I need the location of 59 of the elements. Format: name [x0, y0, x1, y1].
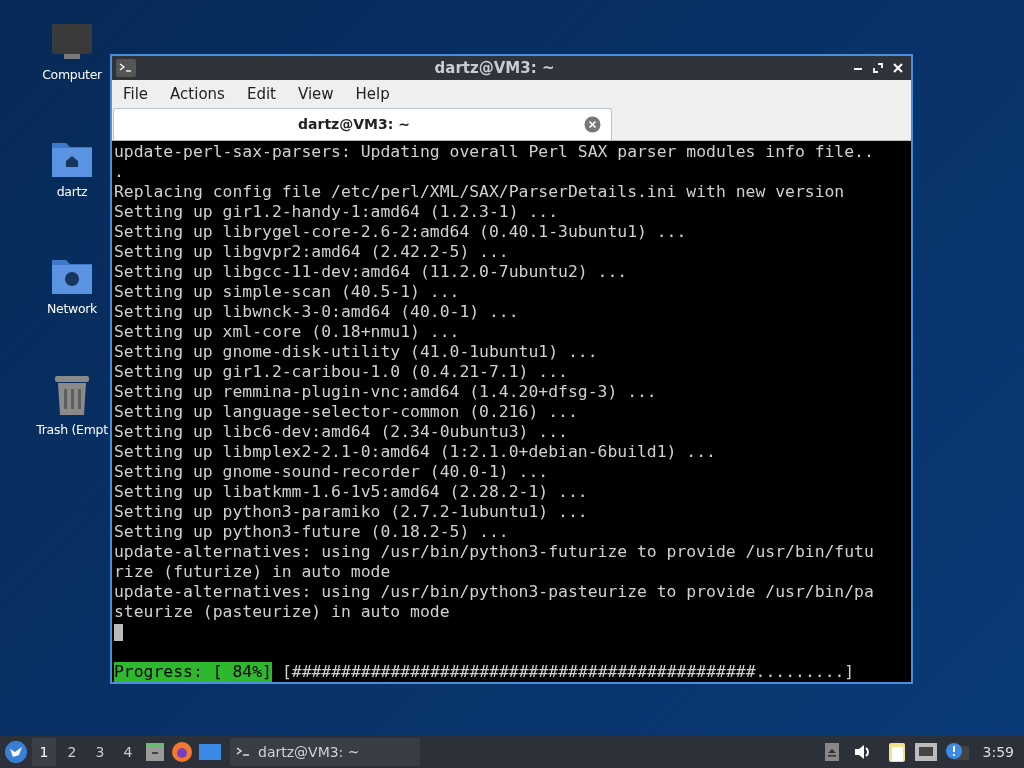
- workspace-button[interactable]: 1: [32, 738, 56, 766]
- terminal-line: update-perl-sax-parsers: Updating overall Perl SAX parser modules info file..: [114, 142, 874, 162]
- terminal-line: Setting up python3-future (0.18.2-5) ...: [114, 522, 509, 542]
- terminal-line: Replacing config file /etc/perl/XML/SAX/ParserDetails.ini with new version: [114, 182, 845, 202]
- trash-icon: [53, 373, 91, 417]
- workspace-button[interactable]: 3: [88, 738, 112, 766]
- file-cabinet-icon[interactable]: [144, 741, 166, 763]
- desktop-icon-label[interactable]: Network: [46, 300, 98, 319]
- terminal-line: Setting up python3-paramiko (2.7.2-1ubuntu1) ...: [114, 502, 588, 522]
- terminal-line: Setting up simple-scan (40.5-1) ...: [114, 282, 460, 302]
- workspace-button[interactable]: 2: [60, 738, 84, 766]
- terminal-line: Setting up libwnck-3-0:amd64 (40.0-1) ...: [114, 302, 519, 322]
- terminal-line: steurize (pasteurize) in auto mode: [114, 602, 450, 622]
- terminal-line: rize (futurize) in auto mode: [114, 562, 391, 582]
- progress-bar-text: [###############################################.........]: [281, 662, 855, 682]
- menu-item[interactable]: Edit: [238, 82, 284, 106]
- maximize-icon[interactable]: [873, 63, 883, 74]
- monitor-icon: [50, 22, 94, 62]
- terminal-line: .: [114, 162, 124, 182]
- terminal-line: Setting up libgcc-11-dev:amd64 (11.2.0-7ubuntu2) ...: [114, 262, 628, 282]
- clock[interactable]: 3:59: [982, 741, 1014, 763]
- terminal-line: update-alternatives: using /usr/bin/python3-futurize to provide /usr/bin/futu: [114, 542, 874, 562]
- browser-icon[interactable]: [170, 740, 194, 764]
- terminal-line: Setting up gnome-disk-utility (41.0-1ubuntu1) ...: [114, 342, 598, 362]
- window-title: dartz@VM3: ~: [433, 57, 556, 79]
- desktop-icon[interactable]: [198, 741, 222, 763]
- menu-item[interactable]: File: [115, 82, 157, 106]
- terminal-icon: [116, 59, 136, 78]
- menu-item[interactable]: Help: [347, 82, 398, 106]
- terminal-line: update-alternatives: using /usr/bin/python3-pasteurize to provide /usr/bin/pa: [114, 582, 874, 602]
- clipboard-icon[interactable]: [886, 741, 907, 763]
- terminal-line: Setting up libgvpr2:amd64 (2.42.2-5) ...: [114, 242, 509, 262]
- eject-icon[interactable]: [824, 743, 839, 761]
- terminal-line: Setting up libc6-dev:amd64 (2.34-0ubuntu3) ...: [114, 422, 568, 442]
- menu-item[interactable]: Actions: [162, 82, 233, 106]
- notification-icon[interactable]: [944, 742, 969, 762]
- menu-item[interactable]: View: [289, 82, 342, 106]
- terminal-line: Setting up libmplex2-2.1-0:amd64 (1:2.1.0+debian-6build1) ...: [114, 442, 716, 462]
- network-port-icon[interactable]: [914, 743, 937, 761]
- desktop-icon-label[interactable]: dartz: [56, 183, 88, 202]
- progress-label: Progress: [ 84%]: [114, 662, 272, 682]
- terminal-line: Setting up gnome-sound-recorder (40.0-1) ...: [114, 462, 549, 482]
- terminal-tab[interactable]: dartz@VM3: ~: [113, 108, 612, 140]
- terminal-line: Setting up librygel-core-2.6-2:amd64 (0.40.1-3ubuntu1) ...: [114, 222, 687, 242]
- taskbar-task[interactable]: dartz@VM3: ~: [230, 738, 420, 766]
- terminal-line: Setting up gir1.2-handy-1:amd64 (1.2.3-1) ...: [114, 202, 559, 222]
- terminal-icon: [236, 746, 250, 758]
- close-icon[interactable]: [893, 63, 903, 74]
- bird-logo-icon[interactable]: [4, 740, 28, 764]
- terminal-line: Setting up remmina-plugin-vnc:amd64 (1.4.20+dfsg-3) ...: [114, 382, 657, 402]
- terminal-line: Setting up gir1.2-caribou-1.0 (0.4.21-7.1) ...: [114, 362, 568, 382]
- volume-icon[interactable]: [852, 743, 871, 761]
- terminal-line: Setting up language-selector-common (0.216) ...: [114, 402, 578, 422]
- terminal-line: Setting up xml-core (0.18+nmu1) ...: [114, 322, 460, 342]
- close-tab-icon[interactable]: [584, 116, 601, 133]
- desktop-icon-label[interactable]: Computer: [42, 66, 102, 85]
- workspace-button[interactable]: 4: [116, 738, 140, 766]
- terminal-line: Setting up libatkmm-1.6-1v5:amd64 (2.28.2-1) ...: [114, 482, 588, 502]
- desktop-icon-label[interactable]: Trash (Empt: [36, 421, 108, 440]
